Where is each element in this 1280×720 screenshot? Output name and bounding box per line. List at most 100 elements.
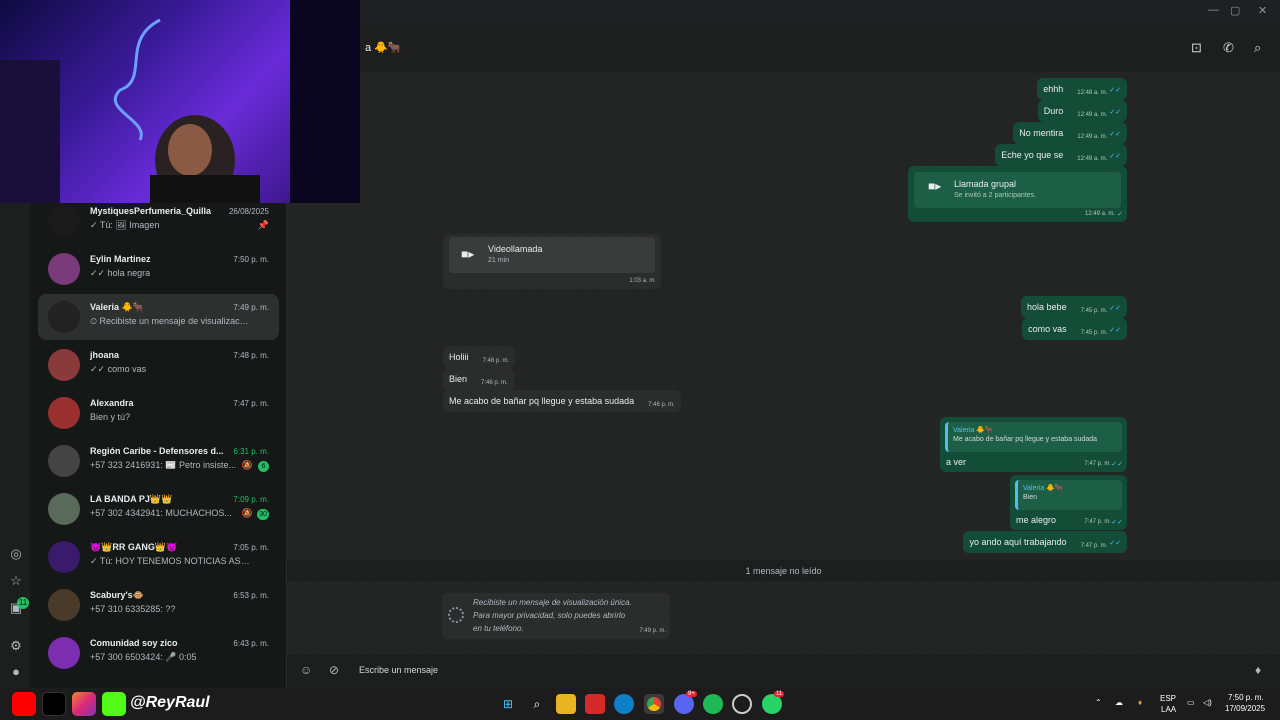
- group-call-card[interactable]: ■▸ Llamada grupal Se invitó a 2 particip…: [908, 166, 1127, 222]
- message-time: 7:47 p. m.: [1084, 461, 1111, 467]
- message-out[interactable]: No mentira 12:49 a. m. ✓✓: [1013, 122, 1127, 144]
- minimize-icon[interactable]: —: [1208, 4, 1219, 16]
- contact-name[interactable]: a 🐥🐂: [365, 41, 402, 54]
- video-call-icon: ■▸: [461, 247, 475, 261]
- youtube-icon: [12, 692, 36, 716]
- video-call-icon[interactable]: ⊡: [1191, 40, 1202, 56]
- message-out[interactable]: ehhh 12:48 a. m. ✓✓: [1037, 78, 1127, 100]
- volume-icon[interactable]: ◁): [1203, 698, 1212, 707]
- close-icon[interactable]: ✕: [1258, 4, 1267, 17]
- chat-time: 7:50 p. m.: [233, 255, 269, 264]
- voice-call-icon[interactable]: ✆: [1223, 40, 1234, 56]
- avatar: [48, 541, 80, 573]
- emoji-icon[interactable]: ☺: [300, 663, 312, 677]
- conversation-panel: ehhh 12:48 a. m. ✓✓ Duro 12:49 a. m. ✓✓ No m…: [287, 72, 1280, 654]
- language-layout[interactable]: LAA: [1161, 705, 1176, 714]
- attach-icon[interactable]: ⊘: [329, 663, 339, 677]
- video-call-card[interactable]: ■▸ Videollamada 21 min 1:03 a. m.: [443, 234, 661, 289]
- title-bar: — ▢ ✕: [360, 0, 1280, 24]
- call-subtitle: Se invitó a 2 participantes.: [954, 192, 1037, 199]
- chat-list-item[interactable]: jhoana ✓✓ como vas 7:48 p. m.: [38, 342, 279, 388]
- avatar: [48, 589, 80, 621]
- quote-author: Valeria 🐥🐂: [953, 427, 994, 434]
- chat-list-item[interactable]: Eylin Martinez ✓✓ hola negra 7:50 p. m.: [38, 246, 279, 292]
- chat-list-item[interactable]: Scabury's🐵 +57 310 6335285: ?? 6:53 p. m.: [38, 582, 279, 628]
- chat-name: jhoana: [90, 350, 120, 360]
- spotify-icon[interactable]: [703, 694, 723, 714]
- message-in[interactable]: Holiii 7:46 p. m.: [443, 346, 516, 368]
- microphone-icon[interactable]: ♦: [1255, 663, 1261, 677]
- file-explorer-icon[interactable]: [556, 694, 576, 714]
- chrome-icon[interactable]: [644, 694, 664, 714]
- call-time: 12:49 a. m.: [1084, 211, 1115, 217]
- search-icon[interactable]: ⌕: [1254, 40, 1261, 56]
- avatar: [48, 205, 80, 237]
- message-out[interactable]: hola bebe 7:45 p. m. ✓✓: [1021, 296, 1127, 318]
- call-subtitle: 21 min: [488, 257, 510, 264]
- reply-message[interactable]: Valeria 🐥🐂 Me acabo de bañar pq llegue y…: [940, 417, 1127, 472]
- whatsapp-icon[interactable]: [762, 694, 782, 714]
- view-once-line: en tu teléfono.: [473, 624, 524, 633]
- obs-icon[interactable]: [732, 694, 752, 714]
- discord-badge: 9+: [686, 691, 697, 697]
- quote-author: Valeria 🐥🐂: [1023, 485, 1064, 492]
- chat-time: 7:49 p. m.: [233, 303, 269, 312]
- chat-list-item[interactable]: Alexandra Bien y tú? 7:47 p. m.: [38, 390, 279, 436]
- tiktok-icon: [42, 692, 66, 716]
- microphone-icon[interactable]: ♦: [1138, 698, 1142, 707]
- profile-icon[interactable]: ●: [8, 664, 24, 680]
- chat-time: 7:48 p. m.: [233, 351, 269, 360]
- unread-badge: 6: [258, 461, 269, 472]
- chat-name: Región Caribe - Defensores d...: [90, 446, 224, 456]
- pin-icon: 📌: [257, 220, 269, 230]
- chat-preview: +57 323 2416931: 📰 Petro insiste...: [90, 460, 237, 470]
- chat-name: Alexandra: [90, 398, 134, 408]
- view-once-message[interactable]: Recibiste un mensaje de visualización ún…: [442, 593, 670, 639]
- search-icon[interactable]: ⌕: [527, 694, 547, 714]
- message-in[interactable]: Bien 7:46 p. m.: [443, 368, 514, 390]
- clock-date[interactable]: 17/09/2025: [1225, 704, 1265, 713]
- chat-list-item[interactable]: MystiquesPerfumeria_Quilla ✓ Tú: 🖼 Imagen…: [38, 200, 279, 244]
- message-out[interactable]: yo ando aquí trabajando 7:47 p. m. ✓✓: [963, 531, 1127, 553]
- discord-icon[interactable]: [674, 694, 694, 714]
- status-icon[interactable]: ◎: [8, 546, 24, 562]
- chat-list-item[interactable]: LA BANDA PJ👑👑 +57 302 4342941: MUCHACHOS.…: [38, 486, 279, 532]
- language-code[interactable]: ESP: [1160, 694, 1176, 703]
- edge-icon[interactable]: [614, 694, 634, 714]
- cloud-icon[interactable]: ☁: [1115, 698, 1123, 707]
- message-text: a ver: [946, 457, 967, 467]
- webcam-feed: [0, 0, 360, 203]
- chat-preview: +57 300 6503424: 🎤 0:05: [90, 652, 197, 662]
- chat-preview: ✓ Tú: 🖼 Imagen: [90, 220, 160, 230]
- message-input[interactable]: Escribe un mensaje: [359, 665, 438, 675]
- clock-time[interactable]: 7:50 p. m.: [1228, 693, 1264, 702]
- taskbar: @ReyRaul ⊞ ⌕ 9+ 11 ⌃ ☁ ♦ ESP LAA ▭ ◁) 7:…: [0, 688, 1280, 720]
- instagram-icon: [72, 692, 96, 716]
- call-title: Llamada grupal: [954, 179, 1017, 189]
- message-out[interactable]: Duro 12:49 a. m. ✓✓: [1037, 100, 1127, 122]
- chat-preview: ✓ Tú: HOY TENEMOS NOTICIAS ASI QU...: [90, 556, 250, 566]
- unread-divider: 1 mensaje no leído: [287, 560, 1280, 582]
- settings-icon[interactable]: ⚙: [8, 638, 24, 654]
- archive-badge: 11: [17, 597, 29, 609]
- video-call-icon: ■▸: [928, 179, 942, 193]
- chat-name: 😈👑RR GANG👑😈: [90, 542, 178, 552]
- message-out[interactable]: Eche yo que se 12:49 a. m. ✓✓: [995, 144, 1127, 166]
- starred-icon[interactable]: ☆: [8, 573, 24, 589]
- chat-list-item[interactable]: 😈👑RR GANG👑😈 ✓ Tú: HOY TENEMOS NOTICIAS AS…: [38, 534, 279, 580]
- chat-list-item[interactable]: Valeria 🐥🐂 ⏲ Recibiste un mensaje de visu…: [38, 294, 279, 340]
- maximize-icon[interactable]: ▢: [1230, 4, 1240, 17]
- chat-preview: Bien y tú?: [90, 412, 131, 422]
- chevron-up-icon[interactable]: ⌃: [1095, 698, 1102, 707]
- start-icon[interactable]: ⊞: [498, 694, 518, 714]
- reply-message[interactable]: Valeria 🐥🐂 Bien me alegro 7:47 p. m. ✓✓: [1010, 475, 1127, 530]
- network-icon[interactable]: ▭: [1187, 698, 1195, 707]
- app-icon[interactable]: [585, 694, 605, 714]
- chat-name: LA BANDA PJ👑👑: [90, 494, 173, 504]
- message-out[interactable]: como vas 7:45 p. m. ✓✓: [1022, 318, 1127, 340]
- message-in[interactable]: Me acabo de bañar pq llegue y estaba sud…: [443, 390, 681, 412]
- avatar: [48, 397, 80, 429]
- conversation-header: a 🐥🐂 ⊡ ✆ ⌕: [287, 24, 1280, 72]
- chat-list-item[interactable]: Comunidad soy zico +57 300 6503424: 🎤 0:0…: [38, 630, 279, 676]
- chat-list-item[interactable]: Región Caribe - Defensores d... +57 323 2…: [38, 438, 279, 484]
